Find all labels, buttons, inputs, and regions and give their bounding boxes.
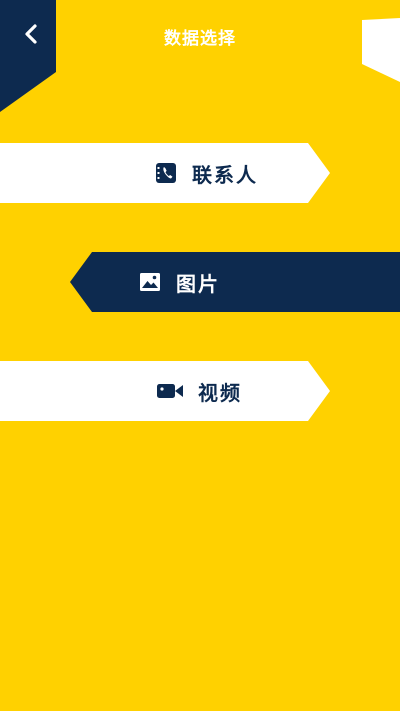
option-video[interactable]: 视频 xyxy=(0,361,330,421)
option-video-label: 视频 xyxy=(198,380,242,405)
option-pictures-background xyxy=(70,252,400,312)
video-camera-icon xyxy=(157,384,183,398)
option-pictures[interactable]: 图片 xyxy=(70,252,400,312)
image-icon xyxy=(140,273,160,291)
contact-phone-icon xyxy=(156,163,176,183)
option-contacts[interactable]: 联系人 xyxy=(0,143,330,203)
page-title: 数据选择 xyxy=(164,29,236,49)
back-button[interactable] xyxy=(0,0,56,112)
option-pictures-label: 图片 xyxy=(176,271,220,296)
data-selection-screen: 数据选择 联系人 图片 视频 xyxy=(0,0,400,711)
option-contacts-label: 联系人 xyxy=(192,162,258,187)
corner-decoration xyxy=(362,18,400,82)
